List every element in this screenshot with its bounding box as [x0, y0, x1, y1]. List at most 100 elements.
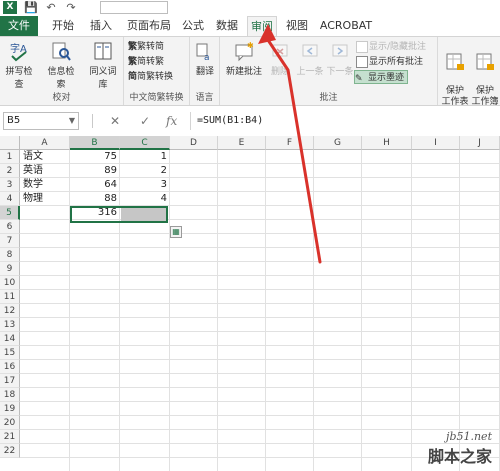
- group-chinese-conversion: 繁繁转简 繁简转繁 简简繁转换 中文简繁转换: [124, 37, 190, 105]
- column-header-g[interactable]: G: [314, 136, 362, 150]
- row-header-20[interactable]: 20: [0, 416, 20, 430]
- row-header-1[interactable]: 1: [0, 150, 20, 164]
- translate-icon: a: [196, 43, 210, 62]
- column-header-b[interactable]: B: [70, 136, 120, 150]
- row-header-15[interactable]: 15: [0, 346, 20, 360]
- tab-review[interactable]: 审阅: [247, 16, 277, 37]
- protect-sheet-label: 保护 工作表: [441, 86, 469, 107]
- cell-c1[interactable]: 1: [120, 150, 170, 164]
- previous-comment-button[interactable]: 上一条: [294, 40, 326, 77]
- row-header-22[interactable]: 22: [0, 444, 20, 458]
- delete-comment-button[interactable]: 删除: [266, 40, 294, 77]
- cell-a1[interactable]: 语文: [20, 150, 70, 164]
- row-header-12[interactable]: 12: [0, 304, 20, 318]
- column-header-h[interactable]: H: [362, 136, 412, 150]
- grid-row-line: [20, 415, 500, 416]
- row-header-16[interactable]: 16: [0, 360, 20, 374]
- row-header-19[interactable]: 19: [0, 402, 20, 416]
- previous-comment-label: 上一条: [296, 67, 324, 77]
- column-header-e[interactable]: E: [218, 136, 266, 150]
- delete-comment-label: 删除: [270, 67, 289, 77]
- row-header-7[interactable]: 7: [0, 234, 20, 248]
- group-comments-label: 批注: [319, 93, 338, 103]
- grid-row-line: [20, 275, 500, 276]
- worksheet-grid[interactable]: ABCDEFGHIJ 1 2 3 4 5 6 7 8 9 10 11 12 13 14 15 16 17 18 19…: [0, 136, 500, 471]
- delete-comment-icon: [272, 44, 288, 57]
- translate-button[interactable]: a 翻译: [188, 40, 222, 77]
- cell-c2[interactable]: 2: [120, 164, 170, 178]
- tab-formulas[interactable]: 公式: [178, 16, 208, 36]
- cell-b1[interactable]: 75: [70, 150, 120, 164]
- show-all-comments-button[interactable]: 显示所有批注: [356, 55, 423, 69]
- column-header-i[interactable]: I: [412, 136, 460, 150]
- cell-c3[interactable]: 3: [120, 178, 170, 192]
- cell-b3[interactable]: 64: [70, 178, 120, 192]
- show-ink-button[interactable]: ✎ 显示墨迹: [354, 70, 409, 84]
- to-traditional-label: 简转繁: [137, 57, 165, 67]
- row-header-5[interactable]: 5: [0, 206, 20, 220]
- tab-page-layout[interactable]: 页面布局: [122, 16, 176, 36]
- row-header-2[interactable]: 2: [0, 164, 20, 178]
- column-header-f[interactable]: F: [266, 136, 314, 150]
- protect-sheet-button[interactable]: 保护 工作表: [440, 40, 470, 108]
- quick-analysis-icon[interactable]: ▦: [170, 226, 182, 238]
- ribbon-review: 字A 拼写检查 信息检索 同义词库 校对 繁繁转简 繁简转繁 简简繁转换 中文简…: [0, 36, 500, 108]
- cell-c4[interactable]: 4: [120, 192, 170, 206]
- row-header-4[interactable]: 4: [0, 192, 20, 206]
- name-box[interactable]: B5 ▼: [3, 112, 79, 130]
- cancel-icon[interactable]: ✕: [110, 113, 120, 129]
- column-header-c[interactable]: C: [120, 136, 170, 150]
- row-header-10[interactable]: 10: [0, 276, 20, 290]
- selection-range-b5-c5: [70, 206, 168, 223]
- cell-a2[interactable]: 英语: [20, 164, 70, 178]
- new-comment-icon: ✱: [235, 41, 254, 62]
- column-header-j[interactable]: J: [460, 136, 500, 150]
- row-header-9[interactable]: 9: [0, 262, 20, 276]
- tab-file[interactable]: 文件: [0, 16, 38, 36]
- name-box-value: B5: [7, 115, 21, 126]
- row-header-3[interactable]: 3: [0, 178, 20, 192]
- research-button[interactable]: 信息检索: [44, 40, 78, 90]
- next-comment-button[interactable]: 下一条: [324, 40, 356, 77]
- redo-icon[interactable]: ↷: [64, 1, 78, 14]
- chevron-down-icon[interactable]: ▼: [69, 113, 75, 129]
- cell-a3[interactable]: 数学: [20, 178, 70, 192]
- tab-data[interactable]: 数据: [212, 16, 242, 36]
- row-header-8[interactable]: 8: [0, 248, 20, 262]
- tab-home[interactable]: 开始: [46, 16, 80, 36]
- tab-acrobat[interactable]: ACROBAT: [318, 16, 374, 36]
- enter-icon[interactable]: ✓: [140, 113, 150, 129]
- column-header-d[interactable]: D: [170, 136, 218, 150]
- spell-check-button[interactable]: 字A 拼写检查: [2, 40, 36, 90]
- show-hide-comment-button[interactable]: 显示/隐藏批注: [356, 40, 426, 54]
- toolbar-input-box[interactable]: [100, 1, 168, 14]
- protect-workbook-button[interactable]: 保护 工作簿: [470, 40, 500, 108]
- new-comment-button[interactable]: ✱ 新建批注: [224, 40, 264, 77]
- to-simplified-button[interactable]: 繁繁转简: [128, 40, 164, 54]
- to-traditional-button[interactable]: 繁简转繁: [128, 55, 164, 69]
- row-header-18[interactable]: 18: [0, 388, 20, 402]
- insert-function-icon[interactable]: fx: [166, 113, 177, 129]
- group-language-label: 语言: [195, 93, 214, 103]
- tab-insert[interactable]: 插入: [84, 16, 118, 36]
- formula-input[interactable]: =SUM(B1:B4): [190, 112, 498, 130]
- cell-a4[interactable]: 物理: [20, 192, 70, 206]
- convert-button[interactable]: 简简繁转换: [128, 70, 173, 84]
- cell-b2[interactable]: 89: [70, 164, 120, 178]
- thesaurus-button[interactable]: 同义词库: [86, 40, 120, 90]
- row-header-11[interactable]: 11: [0, 290, 20, 304]
- column-header-a[interactable]: A: [20, 136, 70, 150]
- tab-view[interactable]: 视图: [282, 16, 312, 36]
- save-icon[interactable]: 💾: [24, 1, 38, 14]
- row-header-6[interactable]: 6: [0, 220, 20, 234]
- select-all-corner[interactable]: [0, 136, 20, 150]
- spell-check-icon: 字A: [10, 42, 27, 62]
- row-header-17[interactable]: 17: [0, 374, 20, 388]
- watermark-name: 脚本之家: [427, 447, 492, 466]
- row-header-13[interactable]: 13: [0, 318, 20, 332]
- undo-icon[interactable]: ↶: [44, 1, 58, 14]
- grid-row-line: [20, 247, 500, 248]
- cell-b4[interactable]: 88: [70, 192, 120, 206]
- row-header-14[interactable]: 14: [0, 332, 20, 346]
- row-header-21[interactable]: 21: [0, 430, 20, 444]
